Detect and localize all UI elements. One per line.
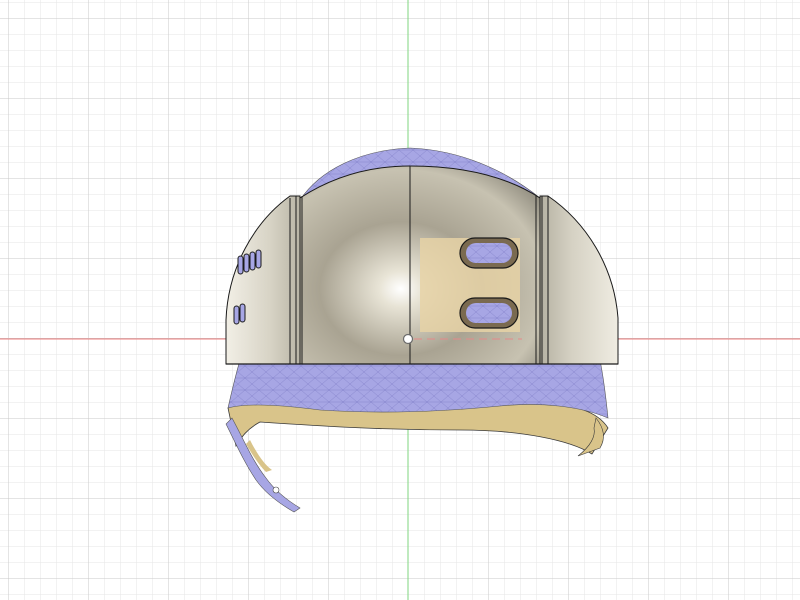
- viewport-canvas[interactable]: [0, 0, 800, 600]
- strap-hole: [272, 486, 280, 494]
- 3d-viewport[interactable]: [0, 0, 800, 600]
- vent-slot-upper[interactable]: [459, 237, 519, 269]
- origin-point-icon[interactable]: [402, 333, 414, 345]
- vent-slot-lower[interactable]: [459, 297, 519, 329]
